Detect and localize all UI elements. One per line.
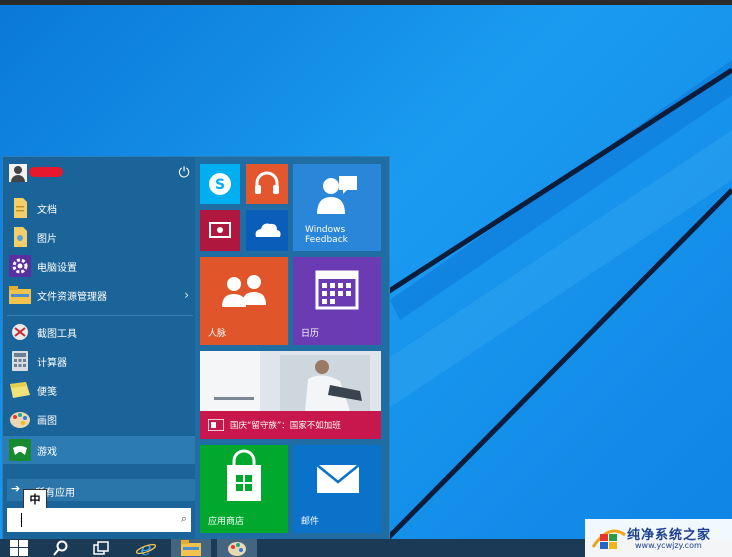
search-icon[interactable]: ⌕ <box>181 512 187 526</box>
pictures-icon <box>9 226 31 248</box>
menu-item-pictures[interactable]: 图片 <box>3 223 195 251</box>
news-headline: 国庆“留守族”：国家不如加班 <box>230 421 341 431</box>
calendar-icon <box>315 270 359 310</box>
games-icon <box>9 439 31 461</box>
windows-logo-icon <box>10 540 28 556</box>
menu-item-documents[interactable]: 文档 <box>3 194 195 222</box>
tile-label: 人脉 <box>208 329 227 339</box>
feedback-person-icon <box>317 176 357 214</box>
menu-item-games[interactable]: 游戏 <box>3 436 195 464</box>
search-input[interactable]: ⌕ <box>7 508 191 532</box>
user-account-row[interactable]: ⏻ <box>3 157 195 189</box>
menu-item-snipping-tool[interactable]: 截图工具 <box>3 318 195 346</box>
news-photo <box>200 351 381 411</box>
menu-item-label: 游戏 <box>37 446 57 458</box>
menu-item-label: 画图 <box>37 415 57 427</box>
user-avatar-icon <box>9 164 27 182</box>
taskbar-search-button[interactable] <box>46 539 76 557</box>
snipping-tool-icon <box>9 321 31 343</box>
menu-item-label: 便笺 <box>37 386 57 398</box>
file-explorer-icon <box>9 284 31 306</box>
site-watermark: 纯净系统之家 www.ycwjzy.com <box>585 519 732 557</box>
tile-store[interactable]: 应用商店 <box>200 445 288 533</box>
menu-item-paint[interactable]: 画图 <box>3 405 195 433</box>
start-button[interactable] <box>0 539 38 557</box>
menu-item-label: 计算器 <box>37 357 67 369</box>
taskbar-internet-explorer[interactable]: e <box>128 539 164 557</box>
task-view-button[interactable] <box>86 539 116 557</box>
tile-onedrive[interactable] <box>246 210 288 251</box>
menu-item-label: 截图工具 <box>37 328 77 340</box>
tile-label: 日历 <box>301 329 320 339</box>
tile-mail[interactable]: 邮件 <box>293 445 381 533</box>
arrow-right-icon: ➔ <box>11 482 21 495</box>
store-bag-icon <box>227 449 261 501</box>
watermark-logo-icon <box>591 529 626 549</box>
search-icon <box>53 540 68 556</box>
calculator-icon <box>9 350 31 372</box>
menu-item-label: 文件资源管理器 <box>37 291 107 303</box>
tile-calendar[interactable]: 日历 <box>293 257 381 345</box>
tile-windows-feedback[interactable]: Windows Feedback <box>293 164 381 251</box>
paint-icon <box>9 408 31 430</box>
chevron-right-icon[interactable]: › <box>184 288 189 302</box>
power-icon[interactable]: ⏻ <box>173 163 195 183</box>
people-icon <box>222 275 266 307</box>
menu-divider <box>7 315 193 316</box>
paint-icon <box>228 542 246 556</box>
taskbar-paint[interactable] <box>217 539 257 557</box>
menu-item-file-explorer[interactable]: 文件资源管理器 › <box>3 281 195 309</box>
tile-label: 应用商店 <box>208 517 245 527</box>
headphones-icon <box>255 171 279 194</box>
news-icon <box>208 419 224 431</box>
menu-item-sticky-notes[interactable]: 便笺 <box>3 376 195 404</box>
menu-item-pc-settings[interactable]: 电脑设置 <box>3 252 195 280</box>
settings-gear-icon <box>9 255 31 277</box>
sticky-notes-icon <box>9 379 31 401</box>
watermark-url: www.ycwjzy.com <box>635 541 702 550</box>
menu-item-label: 电脑设置 <box>37 262 77 274</box>
text-caret <box>21 513 22 527</box>
tile-music[interactable] <box>246 164 288 204</box>
internet-explorer-icon: e <box>135 539 157 557</box>
svg-text:S: S <box>215 177 225 193</box>
menu-item-label: 文档 <box>37 204 57 216</box>
start-menu: ⏻ 文档 图片 电脑设置 文件资源管理器 › 截图工具 计算器 便笺 画图 游戏… <box>3 157 389 539</box>
tile-label: 邮件 <box>301 517 320 527</box>
video-icon <box>209 222 231 238</box>
tile-video[interactable] <box>200 210 240 251</box>
tile-news[interactable]: 国庆“留守族”：国家不如加班 <box>200 351 381 439</box>
file-explorer-icon <box>181 540 201 556</box>
mail-envelope-icon <box>316 464 360 493</box>
taskbar-file-explorer[interactable] <box>171 539 211 557</box>
tile-people[interactable]: 人脉 <box>200 257 288 345</box>
start-menu-left-pane: ⏻ 文档 图片 电脑设置 文件资源管理器 › 截图工具 计算器 便笺 画图 游戏… <box>3 157 195 539</box>
tile-label: Windows Feedback <box>305 225 348 245</box>
menu-item-label: 图片 <box>37 233 57 245</box>
cloud-icon <box>255 223 281 237</box>
task-view-icon <box>93 541 109 555</box>
skype-icon: S <box>209 173 231 195</box>
username-redacted-mark <box>29 167 63 177</box>
documents-icon <box>9 197 31 219</box>
news-caption-bar: 国庆“留守族”：国家不如加班 <box>200 411 381 439</box>
menu-item-calculator[interactable]: 计算器 <box>3 347 195 375</box>
tile-skype[interactable]: S <box>200 164 240 204</box>
